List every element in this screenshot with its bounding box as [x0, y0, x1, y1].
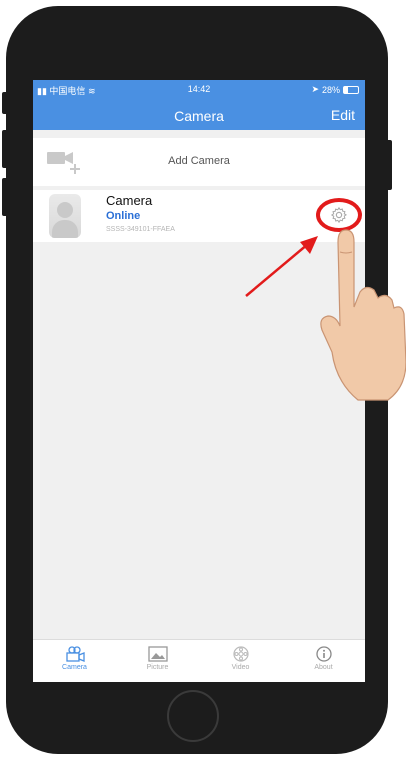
battery-percent: 28%: [321, 84, 340, 95]
page-title: Camera: [174, 108, 224, 124]
tab-about-label: About: [314, 664, 333, 671]
phone-volume-up-button: [2, 130, 8, 168]
tab-camera[interactable]: Camera: [33, 640, 116, 682]
phone-volume-down-button: [2, 178, 8, 216]
tab-video-label: Video: [231, 664, 250, 671]
tab-video[interactable]: Video: [199, 640, 282, 682]
phone-side-button: [2, 92, 8, 114]
camera-tab-icon: [65, 646, 85, 662]
edit-button[interactable]: Edit: [331, 107, 355, 123]
info-icon: [315, 646, 332, 662]
avatar-body: [52, 220, 78, 238]
app-screen: ▮▮ 中国电信 ≋ 14:42 ➤ 28% Camera Edit Add Ca…: [33, 80, 365, 682]
battery-icon: [343, 85, 359, 94]
status-bar: ▮▮ 中国电信 ≋ 14:42 ➤ 28%: [33, 80, 365, 100]
add-camera-row[interactable]: Add Camera: [33, 138, 365, 186]
picture-icon: [147, 646, 168, 662]
pointer-arrow-icon: [245, 236, 318, 297]
camera-status: Online: [106, 210, 141, 222]
battery-fill: [344, 86, 348, 93]
location-icon: ➤: [311, 84, 319, 94]
tab-about[interactable]: About: [282, 640, 365, 682]
tab-picture-label: Picture: [146, 664, 169, 671]
nav-bar: Camera Edit: [33, 100, 365, 130]
phone-power-button: [386, 140, 392, 190]
camera-id: SSSS-349101-FFAEA: [106, 226, 175, 233]
video-icon: [232, 646, 249, 662]
camera-name: Camera: [106, 193, 153, 208]
add-camera-label: Add Camera: [168, 155, 230, 167]
tab-picture[interactable]: Picture: [116, 640, 199, 682]
home-button[interactable]: [167, 690, 219, 742]
camera-avatar: [49, 194, 81, 238]
tab-bar: Camera Picture Video About: [33, 639, 365, 682]
pointing-hand-icon: [320, 229, 406, 401]
avatar-head: [57, 202, 73, 218]
tab-camera-label: Camera: [62, 664, 87, 671]
status-right: ➤ 28%: [311, 84, 359, 95]
